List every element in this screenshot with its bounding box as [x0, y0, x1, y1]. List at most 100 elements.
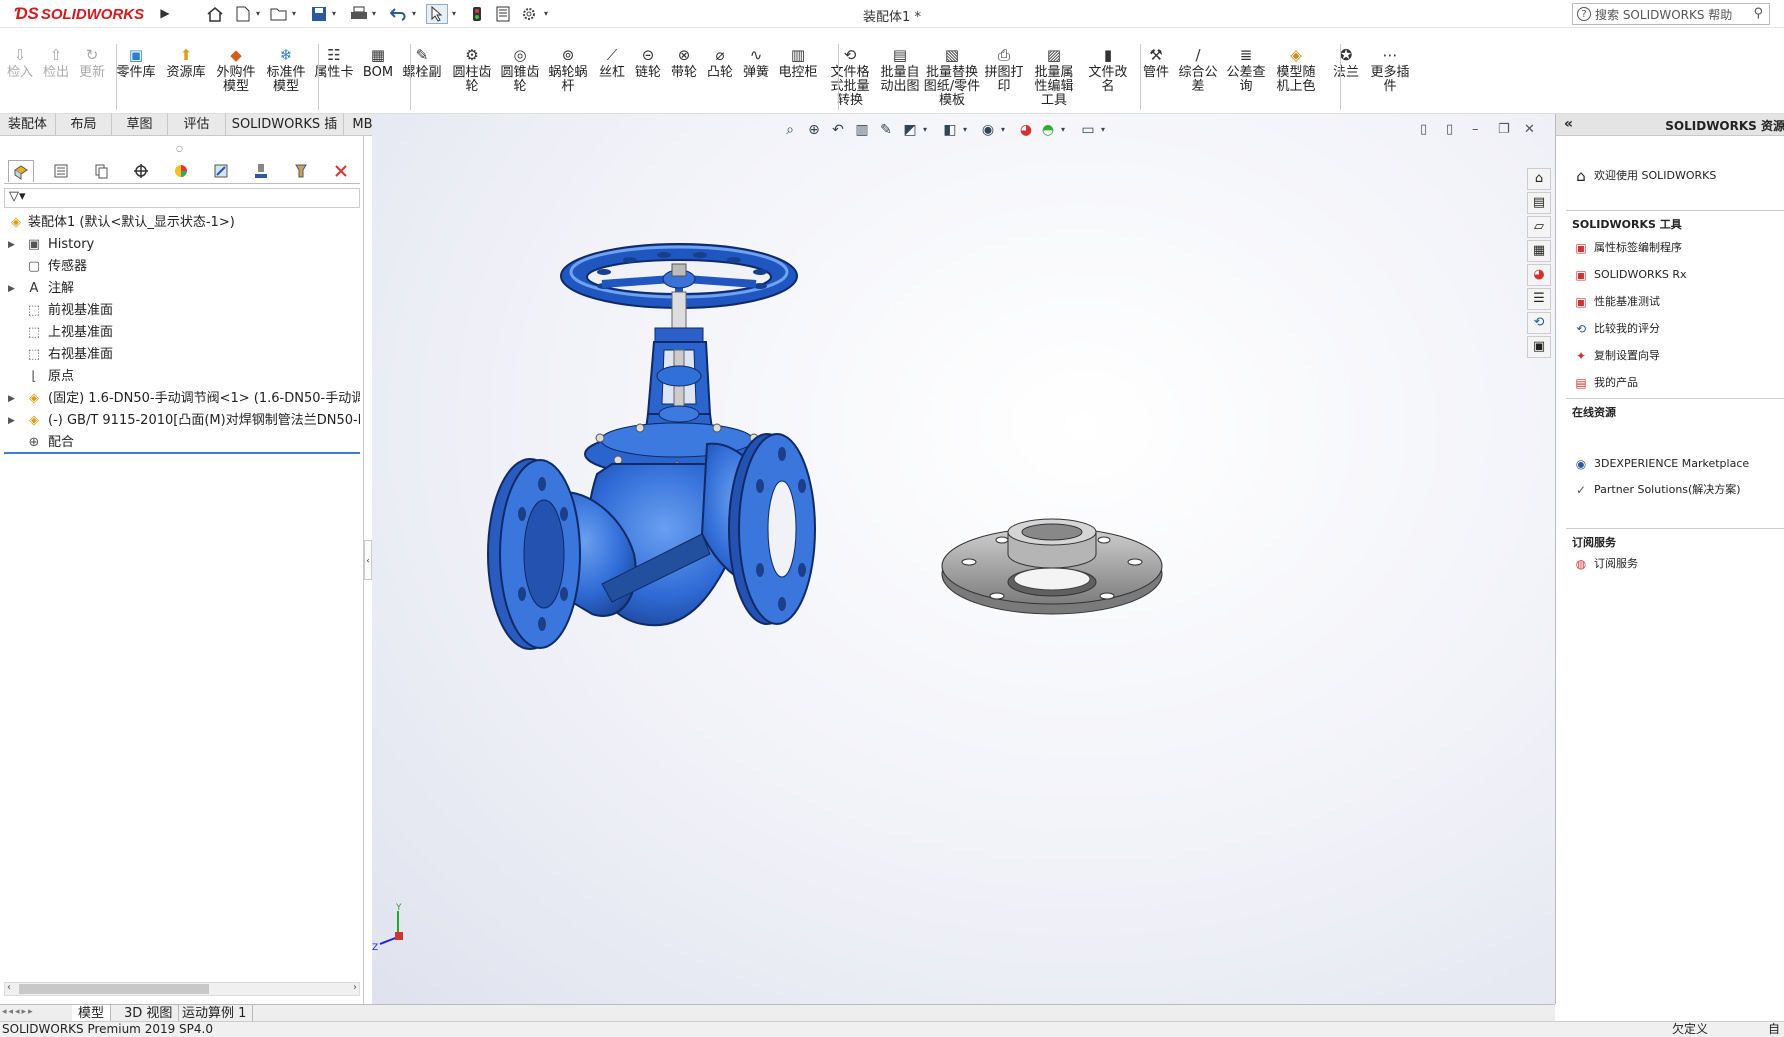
ribbon-button-batch-convert[interactable]: ⟲ 文件格式批量转换	[828, 46, 872, 108]
custom-properties-icon[interactable]: ☰	[1527, 288, 1551, 310]
tree-item[interactable]: ▶ ◈ (固定) 1.6-DN50-手动调节阀<1> (1.6-DN50-手动调节阀	[4, 388, 360, 410]
zoom-area-icon[interactable]: ⊕	[804, 120, 824, 140]
section-view-icon[interactable]: ▥	[852, 120, 872, 140]
task-pane-link[interactable]: ◍ 订阅服务	[1572, 554, 1638, 574]
ribbon-button-pdm-update[interactable]: ↻ 更新	[75, 46, 109, 80]
tree-root-assembly[interactable]: ◈ 装配体1 (默认<默认_显示状态-1>)	[4, 212, 360, 234]
ribbon-button-batch-drawing[interactable]: ▤ 批量自动出图	[878, 46, 922, 94]
expand-arrow-icon[interactable]: ▶	[8, 278, 15, 300]
ribbon-button-tolerance[interactable]: ∕ 综合公差	[1176, 46, 1220, 94]
tile-right-icon[interactable]: ▯	[1446, 122, 1453, 137]
panel-grip-icon[interactable]: ○	[176, 144, 183, 153]
expand-arrow-icon[interactable]: ▶	[8, 410, 15, 432]
cam-tool-tab-icon[interactable]	[288, 160, 314, 182]
hide-show-dropdown-icon[interactable]: ▾	[998, 120, 1008, 140]
cam-feature-tab-icon[interactable]	[208, 160, 234, 182]
task-pane-link[interactable]: ✦ 复制设置向导	[1572, 346, 1660, 366]
bottom-tab[interactable]: 运动算例 1	[176, 1005, 254, 1022]
minimize-icon[interactable]: –	[1472, 122, 1479, 137]
configuration-manager-tab-icon[interactable]	[88, 160, 114, 182]
welcome-link[interactable]: ⌂ 欢迎使用 SOLIDWORKS	[1572, 166, 1716, 186]
ribbon-button-cam[interactable]: ⌀ 凸轮	[703, 46, 737, 80]
command-tab[interactable]: 装配体	[0, 114, 56, 136]
ribbon-button-bom[interactable]: ▦ BOM	[361, 46, 395, 80]
resources-home-icon[interactable]: ⌂	[1527, 168, 1551, 190]
tree-item[interactable]: ▶ ▣ History	[4, 234, 360, 256]
ribbon-button-random-color[interactable]: ◈ 模型随机上色	[1274, 46, 1318, 94]
ribbon-button-control-cabinet[interactable]: ▥ 电控柜	[776, 46, 820, 80]
assembly-3d-model[interactable]: Y Z	[372, 114, 1555, 1004]
tree-item[interactable]: ⊕ 配合	[4, 432, 360, 454]
appearances-icon[interactable]: ◕	[1527, 264, 1551, 286]
task-pane-link[interactable]: ▤ 我的产品	[1572, 373, 1638, 393]
3dexperience-icon[interactable]: ▣	[1527, 336, 1551, 358]
zoom-to-fit-icon[interactable]: ⌕	[780, 120, 800, 140]
close-icon[interactable]: ✕	[1524, 122, 1535, 137]
ribbon-button-batch-property[interactable]: ▨ 批量属性编辑工具	[1030, 46, 1078, 108]
expand-arrow-icon[interactable]: ▶	[8, 234, 15, 256]
restore-icon[interactable]: ❐	[1498, 122, 1510, 137]
scrollbar-thumb[interactable]	[19, 984, 209, 994]
feature-manager-tab-icon[interactable]	[8, 160, 34, 182]
command-tab[interactable]: 评估	[168, 114, 226, 136]
ribbon-button-pipe-fitting[interactable]: ⚒ 管件	[1139, 46, 1173, 80]
tab-navigation-arrows-icon[interactable]: ◂◂◂▸▸	[2, 1007, 35, 1017]
task-pane-link[interactable]: ▣ 性能基准测试	[1572, 292, 1660, 312]
ribbon-button-pdm-checkout[interactable]: ⇧ 检出	[39, 46, 73, 80]
hide-show-icon[interactable]: ◉	[978, 120, 998, 140]
ribbon-button-resource-library[interactable]: ⬆ 资源库	[164, 46, 208, 80]
scroll-left-icon[interactable]: ‹	[7, 982, 11, 993]
rollback-bar[interactable]	[4, 452, 360, 454]
display-dropdown-icon[interactable]: ▾	[960, 120, 970, 140]
expand-arrow-icon[interactable]: ▶	[8, 388, 15, 410]
ribbon-button-sprocket[interactable]: ⊝ 链轮	[631, 46, 665, 80]
bottom-tab[interactable]: 3D 视图	[118, 1005, 180, 1022]
file-explorer-icon[interactable]: ▱	[1527, 216, 1551, 238]
ribbon-button-worm-gear[interactable]: ⊚ 蜗轮蜗杆	[546, 46, 590, 94]
dimxpert-tab-icon[interactable]	[128, 160, 154, 182]
outlet-flange[interactable]	[728, 433, 816, 625]
search-icon[interactable]: ⚲	[1753, 6, 1763, 21]
bottom-tab[interactable]: 模型	[72, 1005, 112, 1022]
ribbon-button-pulley[interactable]: ⊗ 带轮	[667, 46, 701, 80]
inlet-flange[interactable]	[487, 458, 581, 650]
task-pane-link[interactable]: ◉ 3DEXPERIENCE Marketplace	[1572, 454, 1749, 474]
tree-item[interactable]: ⬚ 前视基准面	[4, 300, 360, 322]
ribbon-button-tolerance-query[interactable]: ≣ 公差查询	[1224, 46, 1268, 94]
task-pane-link[interactable]: ▣ 属性标签编制程序	[1572, 238, 1682, 258]
task-pane-link[interactable]: ▣ SOLIDWORKS Rx	[1572, 265, 1686, 285]
tile-left-icon[interactable]: ▯	[1420, 122, 1427, 137]
view-settings-icon[interactable]: ▭	[1078, 120, 1098, 140]
ribbon-button-spring[interactable]: ∿ 弹簧	[739, 46, 773, 80]
ribbon-button-part-library[interactable]: ▣ 零件库	[114, 46, 158, 80]
tree-item[interactable]: ⬚ 右视基准面	[4, 344, 360, 366]
dynamic-annotation-icon[interactable]: ✎	[876, 120, 896, 140]
tree-filter-input[interactable]: ▽▾	[4, 188, 360, 208]
tree-item[interactable]: ▢ 传感器	[4, 256, 360, 278]
command-tab[interactable]: SOLIDWORKS 插件	[226, 114, 344, 154]
scroll-right-icon[interactable]: ›	[353, 982, 357, 993]
pipe-flange-part[interactable]	[941, 518, 1163, 615]
ribbon-button-bolt-pair[interactable]: ✎ 螺栓副	[400, 46, 444, 80]
view-orientation-icon[interactable]: ◩	[900, 120, 920, 140]
collapse-pane-icon[interactable]: «	[1564, 116, 1573, 132]
ribbon-button-lead-screw[interactable]: ⟋ 丝杠	[595, 46, 629, 80]
scene-dropdown-icon[interactable]: ▾	[1058, 120, 1068, 140]
ribbon-button-purchased-part[interactable]: ◆ 外购件模型	[214, 46, 258, 94]
view-palette-icon[interactable]: ▦	[1527, 240, 1551, 262]
solidworks-forum-icon[interactable]: ⟲	[1527, 312, 1551, 334]
command-tab[interactable]: 草图	[112, 114, 168, 136]
help-search-input[interactable]: ? 搜索 SOLIDWORKS 帮助 ⚲	[1572, 3, 1770, 25]
tree-item[interactable]: ▶ ◈ (-) GB∕T 9115-2010[凸面(M)对焊钢制管法兰DN50-PN…	[4, 410, 360, 432]
command-tab[interactable]: 布局	[56, 114, 112, 136]
display-style-icon[interactable]: ◧	[940, 120, 960, 140]
ribbon-button-more-plugins[interactable]: ⋯ 更多插件	[1368, 46, 1412, 94]
panel-collapse-handle[interactable]: ‹	[364, 540, 372, 580]
tree-item[interactable]: ⌊ 原点	[4, 366, 360, 388]
previous-view-icon[interactable]: ↶	[828, 120, 848, 140]
ribbon-button-bevel-gear[interactable]: ◎ 圆锥齿轮	[498, 46, 542, 94]
ribbon-button-print[interactable]: ⎙ 拼图打印	[982, 46, 1026, 94]
apply-scene-icon[interactable]: ◓	[1038, 120, 1058, 140]
task-pane-link[interactable]: ✓ Partner Solutions(解决方案)	[1572, 480, 1741, 500]
ribbon-button-batch-template[interactable]: ▧ 批量替换图纸/零件模板	[922, 46, 982, 108]
